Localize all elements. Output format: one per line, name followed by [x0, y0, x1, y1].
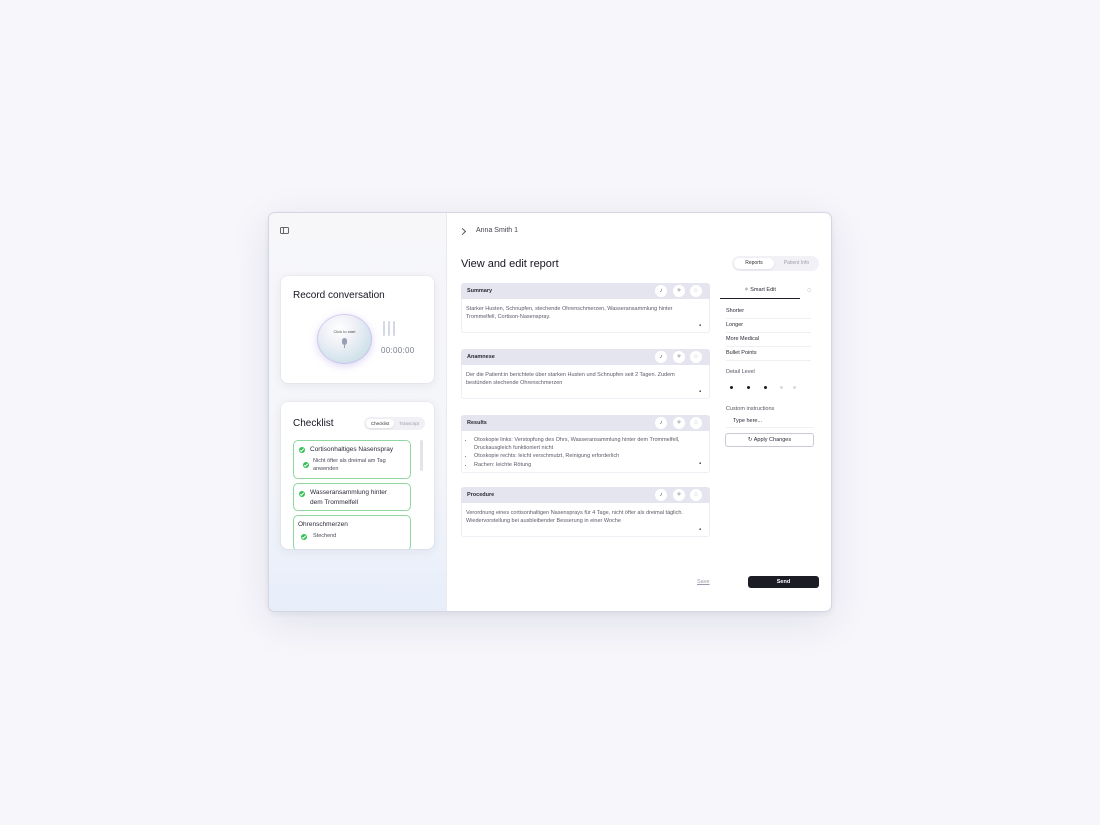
- microphone-icon: [342, 338, 347, 345]
- checklist-item[interactable]: Wasseransammlung hinter dem Trommelfell: [293, 483, 411, 511]
- apply-changes-button[interactable]: ↻ Apply Changes: [725, 433, 814, 447]
- lightbulb-icon[interactable]: ◌: [690, 351, 702, 363]
- section-procedure: Procedure ♪ ✧ ◌ Verordnung eines cortiso…: [461, 487, 710, 537]
- sidebar-toggle-icon[interactable]: [280, 227, 289, 234]
- microphone-icon[interactable]: ♪: [655, 285, 667, 297]
- record-card: Record conversation Click to start 00:00…: [281, 276, 434, 383]
- detail-level-slider[interactable]: [727, 384, 817, 392]
- breadcrumb-patient: Anna Smith 1: [476, 227, 519, 234]
- checklist-item[interactable]: Cortisonhaltiges Nasenspray Nicht öfter …: [293, 440, 411, 479]
- checklist-toggle: Checklist Transcript: [364, 417, 425, 430]
- checklist-title: Checklist: [293, 418, 334, 429]
- chevron-right-icon[interactable]: [458, 227, 467, 236]
- check-icon: [299, 491, 305, 497]
- microphone-icon[interactable]: ♪: [655, 351, 667, 363]
- section-header: Procedure ♪ ✧ ◌: [461, 487, 710, 503]
- section-anamnese: Anamnese ♪ ✧ ◌ Der die Patient:in berich…: [461, 349, 710, 399]
- check-icon: [299, 447, 305, 453]
- section-results: Results ♪ ✧ ◌ Otoskopie links: Verstopfu…: [461, 415, 710, 473]
- sparkle-icon[interactable]: ✧: [673, 351, 685, 363]
- checklist-scrollbar[interactable]: [420, 440, 423, 471]
- tab-patient-info[interactable]: Patient Info: [776, 258, 817, 269]
- detail-dot: [730, 386, 733, 389]
- section-title: Results: [467, 420, 487, 426]
- record-title: Record conversation: [293, 290, 385, 301]
- detail-level-label: Detail Level: [726, 369, 755, 375]
- section-text: Starker Husten, Schnupfen, stechende Ohr…: [466, 306, 673, 320]
- section-title: Summary: [467, 288, 493, 294]
- app-window: Record conversation Click to start 00:00…: [268, 212, 832, 612]
- section-text: Verordnung eines cortisonhaltigen Nasens…: [466, 510, 683, 524]
- save-link[interactable]: Save: [697, 579, 710, 585]
- section-body[interactable]: Verordnung eines cortisonhaltigen Nasens…: [461, 503, 710, 537]
- lightbulb-icon[interactable]: ◌: [690, 417, 702, 429]
- custom-instructions-input[interactable]: Type here...: [726, 414, 814, 428]
- lightbulb-icon[interactable]: ◌: [807, 287, 811, 294]
- checklist-card: Checklist Checklist Transcript Cortisonh…: [281, 402, 434, 549]
- detail-dot: [780, 386, 783, 389]
- lightbulb-icon[interactable]: ◌: [690, 285, 702, 297]
- section-title: Anamnese: [467, 354, 495, 360]
- sparkle-icon[interactable]: ✧: [673, 489, 685, 501]
- checklist-item-label: Wasseransammlung hinter dem Trommelfell: [310, 489, 388, 506]
- tab-smart-edit[interactable]: ✧ Smart Edit: [720, 285, 800, 299]
- checklist-item[interactable]: Ohrenschmerzen Stechend: [293, 515, 411, 549]
- list-item: Rachen: leichte Rötung: [474, 461, 700, 469]
- sparkle-icon[interactable]: ✧: [673, 285, 685, 297]
- check-icon: [303, 462, 309, 468]
- page-title: View and edit report: [461, 258, 559, 270]
- checklist-item-label: Ohrenschmerzen: [298, 521, 348, 528]
- microphone-icon[interactable]: ♪: [655, 489, 667, 501]
- orb-label: Click to start: [333, 329, 356, 334]
- record-button[interactable]: Click to start: [317, 314, 372, 364]
- checklist-item-sub: Nicht öfter als dreimal am Tag anwenden: [313, 458, 386, 472]
- section-header: Results ♪ ✧ ◌: [461, 415, 710, 431]
- section-title: Procedure: [467, 492, 495, 498]
- report-tabs: Reports Patient Info: [732, 256, 819, 271]
- option-more-medical[interactable]: More Medical: [726, 334, 811, 347]
- trash-icon[interactable]: ▪: [699, 527, 705, 533]
- report-panel: Anna Smith 1 View and edit report Report…: [448, 213, 831, 611]
- section-summary: Summary ♪ ✧ ◌ Starker Husten, Schnupfen,…: [461, 283, 710, 333]
- section-text: Der die Patient:in berichtete über stark…: [466, 372, 675, 386]
- option-shorter[interactable]: Shorter: [726, 306, 811, 319]
- list-item: Otoskopie links: Verstopfung des Ohrs, W…: [474, 436, 700, 452]
- tab-checklist[interactable]: Checklist: [366, 419, 394, 428]
- microphone-icon[interactable]: ♪: [655, 417, 667, 429]
- section-body[interactable]: Otoskopie links: Verstopfung des Ohrs, W…: [461, 431, 710, 473]
- apply-changes-label: Apply Changes: [753, 437, 792, 443]
- smart-edit-label: Smart Edit: [750, 287, 776, 293]
- trash-icon[interactable]: ▪: [699, 461, 705, 467]
- section-header: Summary ♪ ✧ ◌: [461, 283, 710, 299]
- detail-dot: [764, 386, 767, 389]
- lightbulb-icon[interactable]: ◌: [690, 489, 702, 501]
- option-longer[interactable]: Longer: [726, 320, 811, 333]
- checklist-item-sub: Stechend: [313, 533, 337, 539]
- sparkle-icon[interactable]: ✧: [673, 417, 685, 429]
- trash-icon[interactable]: ▪: [699, 389, 705, 395]
- send-button[interactable]: Send: [748, 576, 819, 588]
- left-panel: Record conversation Click to start 00:00…: [269, 213, 447, 611]
- section-body[interactable]: Starker Husten, Schnupfen, stechende Ohr…: [461, 299, 710, 333]
- detail-dot: [747, 386, 750, 389]
- record-timer: 00:00:00: [381, 346, 415, 355]
- checklist-item-label: Cortisonhaltiges Nasenspray: [310, 446, 394, 453]
- tab-reports[interactable]: Reports: [734, 258, 774, 269]
- detail-dot: [793, 386, 796, 389]
- tab-transcript[interactable]: Transcript: [395, 419, 423, 428]
- results-list: Otoskopie links: Verstopfung des Ohrs, W…: [474, 436, 700, 469]
- custom-instructions-label: Custom instructions: [726, 406, 775, 412]
- option-bullet-points[interactable]: Bullet Points: [726, 348, 811, 361]
- trash-icon[interactable]: ▪: [699, 323, 705, 329]
- microphone-stem: [344, 345, 345, 348]
- section-body[interactable]: Der die Patient:in berichtete über stark…: [461, 365, 710, 399]
- check-icon: [301, 534, 307, 540]
- list-item: Otoskopie rechts: leicht verschmutzt, Re…: [474, 452, 700, 460]
- section-header: Anamnese ♪ ✧ ◌: [461, 349, 710, 365]
